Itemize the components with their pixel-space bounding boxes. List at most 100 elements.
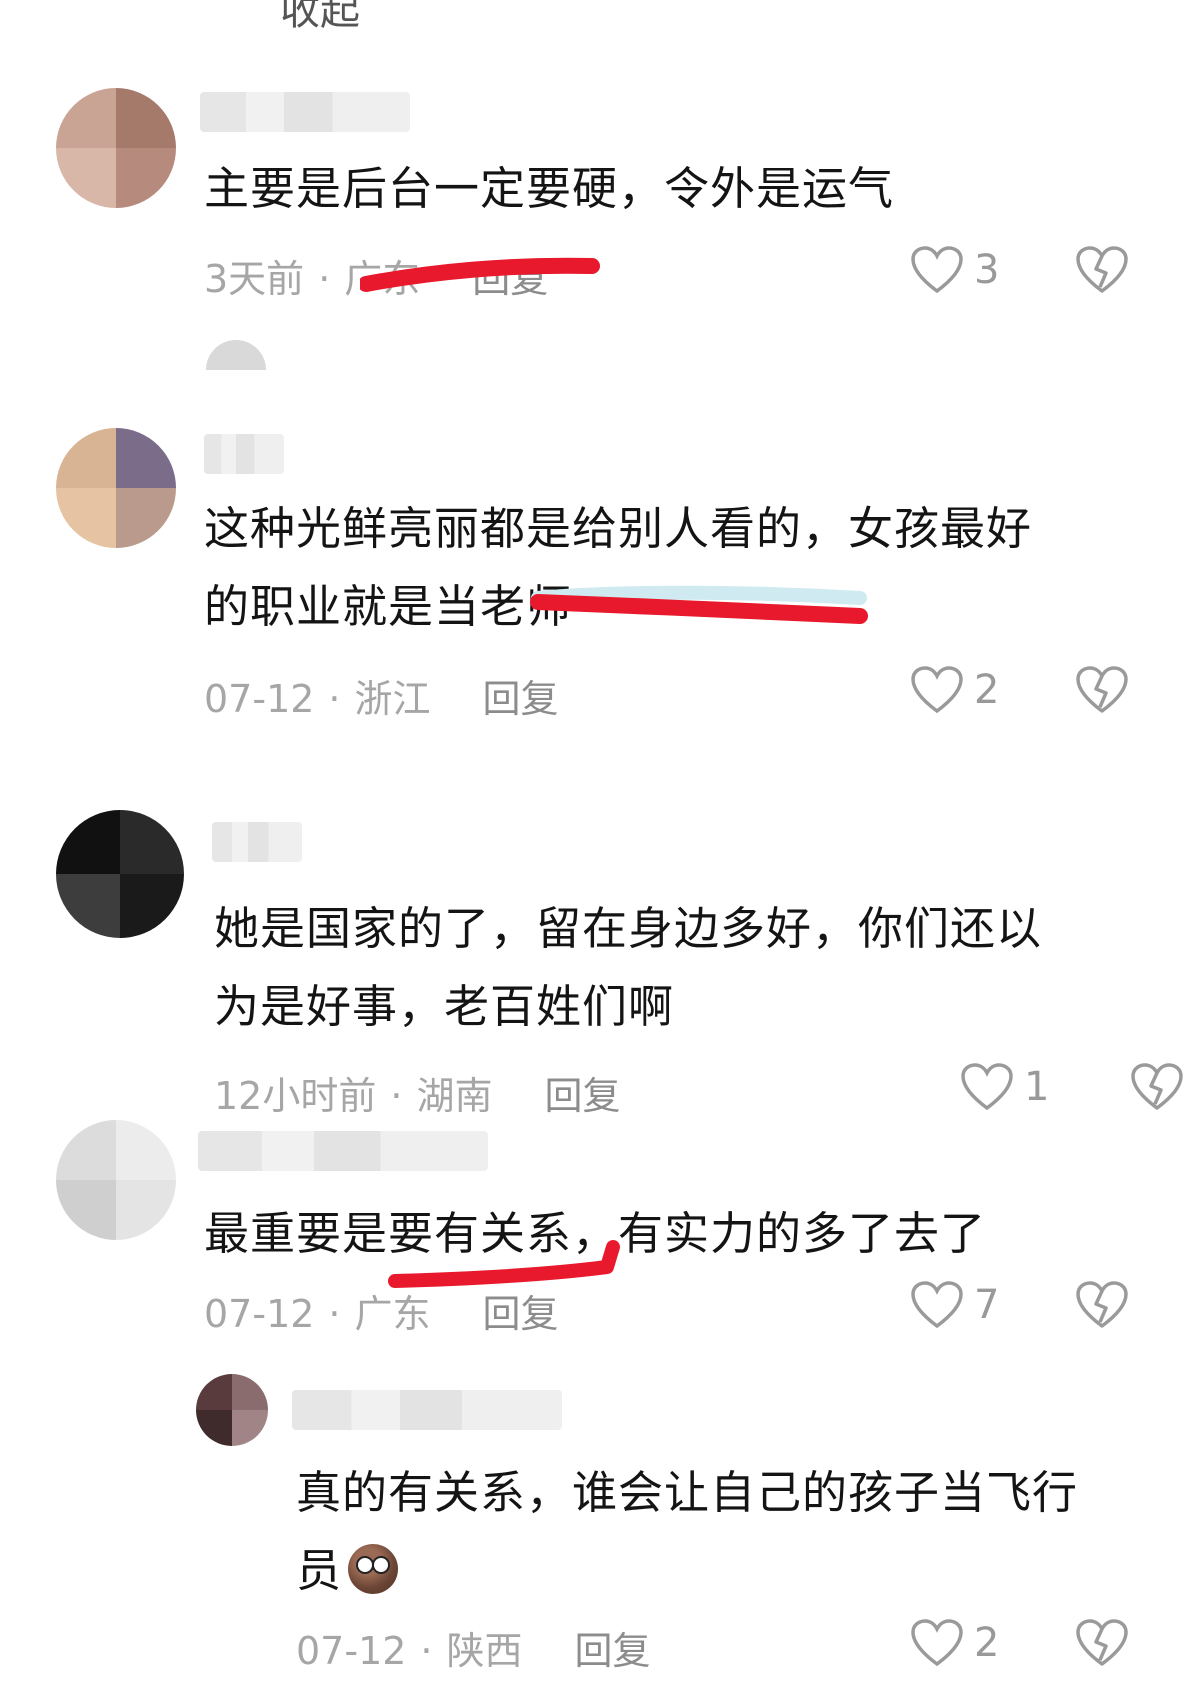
- comment-meta: 07-12 · 浙江 回复: [204, 668, 559, 723]
- broken-heart-icon: [1131, 1063, 1183, 1110]
- avatar[interactable]: [56, 1120, 176, 1240]
- like-count: 7: [974, 1282, 1000, 1328]
- like-button[interactable]: 1: [960, 1062, 1049, 1112]
- like-button[interactable]: 2: [910, 665, 999, 715]
- username-blurred[interactable]: [292, 1390, 562, 1430]
- heart-icon: [911, 1281, 963, 1329]
- broken-heart-icon: [1076, 1281, 1128, 1328]
- comment-time: 07-12: [204, 677, 315, 721]
- username-blurred[interactable]: [198, 1131, 488, 1171]
- comment-item: 这种光鲜亮丽都是给别人看的，女孩最好 的职业就是当老师 07-12 · 浙江 回复 2: [0, 420, 1200, 750]
- comment-text: 这种光鲜亮丽都是给别人看的，女孩最好 的职业就是当老师: [204, 490, 1032, 646]
- reply-text-line: 真的有关系，谁会让自己的孩子当飞行: [296, 1466, 1079, 1519]
- avatar-pixel: [56, 148, 116, 208]
- reply-button[interactable]: 回复: [483, 1292, 559, 1336]
- reply-time: 07-12: [296, 1629, 407, 1673]
- avatar-pixel: [56, 810, 120, 874]
- reply-button[interactable]: 回复: [575, 1629, 651, 1673]
- avatar-pixel: [120, 810, 184, 874]
- dislike-button[interactable]: [1075, 245, 1129, 295]
- comment-text-line: 主要是后台一定要硬，令外是运气: [204, 162, 895, 215]
- collapsed-avatar-icon: [206, 340, 266, 370]
- reply-text-line: 员: [296, 1532, 1078, 1610]
- heart-icon: [911, 246, 963, 294]
- comment-item: 最重要是要有关系，有实力的多了去了 07-12 · 广东 回复 7: [0, 1115, 1200, 1365]
- heart-icon: [961, 1063, 1013, 1111]
- comment-text-line: 为是好事，老百姓们啊: [214, 980, 675, 1033]
- meta-separator: ·: [328, 1292, 341, 1336]
- comment-item: 主要是后台一定要硬，令外是运气 3天前 · 广东 回复 3: [0, 0, 1200, 370]
- like-button[interactable]: 3: [910, 245, 999, 295]
- avatar-pixel: [116, 488, 176, 548]
- dislike-button[interactable]: [1075, 1280, 1129, 1330]
- expand-replies[interactable]: [204, 340, 268, 370]
- comment-time: 3天前: [204, 257, 305, 301]
- username-blurred[interactable]: [200, 92, 410, 132]
- comment-text: 她是国家的了，留在身边多好，你们还以 为是好事，老百姓们啊: [214, 890, 1042, 1046]
- avatar-pixel: [196, 1410, 232, 1446]
- comment-text: 主要是后台一定要硬，令外是运气: [204, 150, 894, 228]
- comment-time: 12小时前: [214, 1074, 377, 1118]
- comment-meta: 12小时前 · 湖南 回复: [214, 1065, 620, 1120]
- avatar[interactable]: [196, 1374, 268, 1446]
- avatar-pixel: [56, 874, 120, 938]
- reply-item: 真的有关系，谁会让自己的孩子当飞行 员 07-12 · 陕西 回复 2: [0, 1370, 1200, 1688]
- comment-location: 广东: [344, 257, 421, 301]
- avatar-pixel: [56, 428, 116, 488]
- broken-heart-icon: [1076, 666, 1128, 713]
- comment-text-line: 的职业就是当老师: [204, 580, 573, 633]
- broken-heart-icon: [1076, 1619, 1128, 1666]
- dislike-button[interactable]: [1075, 1618, 1129, 1668]
- avatar-pixel: [116, 148, 176, 208]
- reply-meta: 07-12 · 陕西 回复: [296, 1620, 651, 1675]
- avatar-pixel: [196, 1374, 232, 1410]
- avatar-pixel: [232, 1410, 268, 1446]
- comment-location: 浙江: [354, 677, 431, 721]
- like-count: 2: [974, 1620, 1000, 1666]
- comment-text: 最重要是要有关系，有实力的多了去了: [204, 1195, 986, 1273]
- reply-location: 陕西: [446, 1629, 523, 1673]
- comment-location: 湖南: [416, 1074, 493, 1118]
- dislike-button[interactable]: [1075, 665, 1129, 715]
- like-button[interactable]: 7: [910, 1280, 999, 1330]
- meta-separator: ·: [390, 1074, 403, 1118]
- like-count: 3: [974, 247, 1000, 293]
- heart-icon: [911, 666, 963, 714]
- username-blurred[interactable]: [204, 434, 284, 474]
- laughing-emoji-icon: [348, 1544, 399, 1594]
- avatar[interactable]: [56, 88, 176, 208]
- reply-button[interactable]: 回复: [544, 1074, 620, 1118]
- avatar-pixel: [56, 88, 116, 148]
- avatar-pixel: [116, 428, 176, 488]
- avatar-pixel: [56, 1180, 116, 1240]
- comment-text-line: 这种光鲜亮丽都是给别人看的，女孩最好: [204, 502, 1033, 555]
- reply-button[interactable]: 回复: [472, 257, 548, 301]
- comment-meta: 07-12 · 广东 回复: [204, 1283, 559, 1338]
- username-blurred[interactable]: [212, 822, 302, 862]
- reply-text: 真的有关系，谁会让自己的孩子当飞行 员: [296, 1454, 1078, 1610]
- comment-location: 广东: [354, 1292, 431, 1336]
- avatar-pixel: [56, 488, 116, 548]
- reply-text-fragment: 员: [296, 1544, 343, 1597]
- avatar-pixel: [120, 874, 184, 938]
- broken-heart-icon: [1076, 246, 1128, 293]
- comment-text-line: 她是国家的了，留在身边多好，你们还以: [214, 902, 1043, 955]
- dislike-button[interactable]: [1130, 1062, 1184, 1112]
- comment-item: 她是国家的了，留在身边多好，你们还以 为是好事，老百姓们啊 12小时前 · 湖南 回复…: [0, 800, 1200, 1130]
- comment-text-line: 最重要是要有关系，有实力的多了去了: [204, 1207, 987, 1260]
- like-button[interactable]: 2: [910, 1618, 999, 1668]
- like-count: 2: [974, 667, 1000, 713]
- avatar-pixel: [116, 88, 176, 148]
- reply-button[interactable]: 回复: [483, 677, 559, 721]
- like-count: 1: [1024, 1064, 1050, 1110]
- meta-separator: ·: [318, 257, 331, 301]
- avatar[interactable]: [56, 810, 184, 938]
- avatar[interactable]: [56, 428, 176, 548]
- comment-meta: 3天前 · 广东 回复: [204, 248, 548, 303]
- avatar-pixel: [56, 1120, 116, 1180]
- meta-separator: ·: [328, 677, 341, 721]
- meta-separator: ·: [420, 1629, 433, 1673]
- avatar-pixel: [232, 1374, 268, 1410]
- heart-icon: [911, 1619, 963, 1667]
- avatar-pixel: [116, 1180, 176, 1240]
